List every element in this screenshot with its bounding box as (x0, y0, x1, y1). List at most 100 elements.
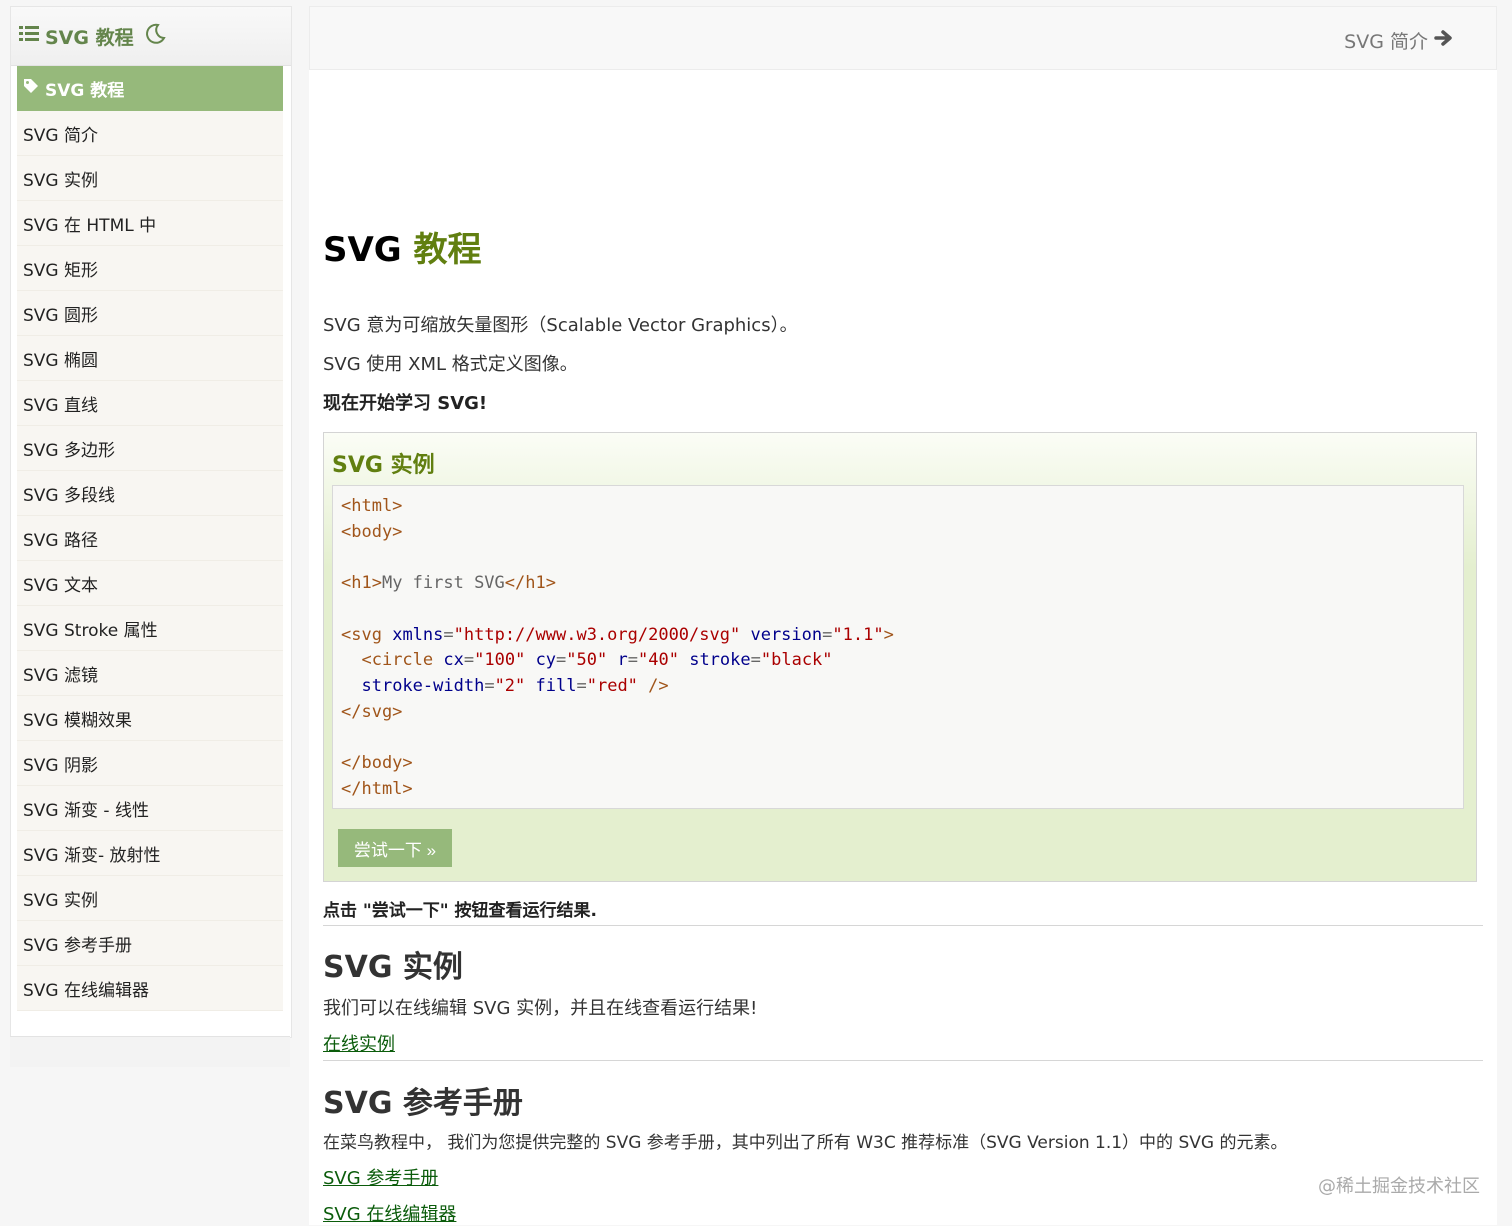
sidebar-item[interactable]: SVG 路径 (17, 516, 283, 561)
sidebar-menu: SVG 教程 SVG 简介 SVG 实例 SVG 在 HTML 中 SVG 矩形 SVG … (17, 66, 283, 1011)
sidebar-item[interactable]: SVG 在线编辑器 (17, 966, 283, 1011)
code-token: "40" (638, 650, 679, 671)
code-line: </html> (341, 778, 413, 799)
code-token: "http://www.w3.org/2000/svg" (453, 624, 741, 645)
sidebar-item-label: SVG 滤镜 (23, 665, 98, 686)
code-token: </h1> (504, 573, 556, 594)
tag-icon (23, 78, 39, 99)
code-token: cx (443, 650, 464, 671)
code-token: stroke (689, 650, 751, 671)
sidebar-item-label: SVG Stroke 属性 (23, 620, 158, 641)
sidebar-header: SVG 教程 (11, 7, 291, 66)
sidebar-item[interactable]: SVG 渐变- 放射性 (17, 831, 283, 876)
sidebar-footer (10, 1036, 290, 1067)
sidebar-item[interactable]: SVG 渐变 - 线性 (17, 786, 283, 831)
section-examples-title: SVG 实例 (323, 950, 463, 985)
code-token: "black" (760, 650, 833, 671)
sidebar-item[interactable]: SVG 实例 (17, 876, 283, 921)
next-page-label: SVG 简介 (1344, 31, 1428, 53)
page-title-accent: 教程 (413, 230, 482, 270)
code-token: = (750, 650, 761, 671)
code-token: = (556, 650, 567, 671)
sidebar-item[interactable]: SVG 实例 (17, 156, 283, 201)
code-token: fill (535, 675, 577, 696)
sidebar-item[interactable]: SVG 直线 (17, 381, 283, 426)
sidebar-item-label: SVG 参考手册 (23, 935, 132, 956)
sidebar-item-label: SVG 教程 (45, 81, 125, 101)
code-token: stroke-width (361, 675, 485, 696)
code-line: </svg> (341, 701, 403, 722)
code-token: = (822, 624, 833, 645)
sidebar-item-label: SVG 矩形 (23, 260, 98, 281)
divider (323, 1060, 1483, 1061)
sidebar-item[interactable]: SVG 圆形 (17, 291, 283, 336)
sidebar: SVG 教程 SVG 教程 SVG 简介 SVG 实例 SVG 在 HTML 中 SVG… (10, 6, 292, 1038)
section-reference-title: SVG 参考手册 (323, 1086, 523, 1121)
code-line: <body> (341, 521, 403, 542)
sidebar-item-label: SVG 实例 (23, 170, 98, 191)
code-token: "1.1" (832, 624, 884, 645)
example-box: SVG 实例 <html> <body> <h1>My first SVG</h… (323, 432, 1477, 882)
code-token: "2" (494, 675, 526, 696)
code-block: <html> <body> <h1>My first SVG</h1> <svg… (332, 485, 1464, 809)
code-token: = (443, 624, 454, 645)
sidebar-item[interactable]: SVG 多段线 (17, 471, 283, 516)
sidebar-item-label: SVG 多边形 (23, 440, 115, 461)
intro-paragraph-3: 现在开始学习 SVG! (323, 393, 488, 414)
code-token: = (484, 675, 495, 696)
try-it-button[interactable]: 尝试一下 » (338, 829, 452, 867)
intro-paragraph-2: SVG 使用 XML 格式定义图像。 (323, 354, 578, 375)
code-line: <html> (341, 496, 403, 516)
code-token: r (617, 650, 628, 671)
sidebar-item[interactable]: SVG 矩形 (17, 246, 283, 291)
page-title: SVG 教程 (323, 222, 482, 271)
sidebar-item-label: SVG 文本 (23, 575, 98, 596)
sidebar-item[interactable]: SVG 椭圆 (17, 336, 283, 381)
try-hint: 点击 "尝试一下" 按钮查看运行结果. (323, 901, 598, 921)
sidebar-item[interactable]: SVG Stroke 属性 (17, 606, 283, 651)
sidebar-item[interactable]: SVG 简介 (17, 111, 283, 156)
sidebar-item-label: SVG 椭圆 (23, 350, 98, 371)
code-token: "50" (566, 650, 608, 671)
sidebar-item[interactable]: SVG 阴影 (17, 741, 283, 786)
sidebar-item[interactable]: SVG 教程 (17, 66, 283, 111)
code-token: = (576, 675, 587, 696)
watermark: @稀土掘金技术社区 (1318, 1176, 1480, 1197)
sidebar-item-label: SVG 多段线 (23, 485, 115, 506)
online-editor-link[interactable]: SVG 在线编辑器 (323, 1200, 456, 1226)
list-icon[interactable] (19, 25, 39, 47)
code-token: <circle (361, 650, 434, 671)
section-examples-text: 我们可以在线编辑 SVG 实例，并且在线查看运行结果! (323, 998, 758, 1019)
sidebar-item-label: SVG 渐变 - 线性 (23, 800, 149, 821)
sidebar-item[interactable]: SVG 多边形 (17, 426, 283, 471)
sidebar-item-label: SVG 在 HTML 中 (23, 215, 157, 236)
next-page-link[interactable]: SVG 简介 (1344, 27, 1454, 54)
reference-link[interactable]: SVG 参考手册 (323, 1164, 438, 1190)
example-title: SVG 实例 (332, 453, 435, 478)
code-token: version (750, 624, 823, 645)
code-token: <svg (341, 624, 382, 645)
code-token: "100" (474, 650, 526, 671)
code-token: = (463, 650, 475, 671)
sidebar-item[interactable]: SVG 参考手册 (17, 921, 283, 966)
main-content: SVG 简介 SVG 教程 SVG 意为可缩放矢量图形（Scalable Vec… (309, 6, 1497, 1225)
sidebar-title: SVG 教程 (45, 26, 134, 49)
sidebar-item[interactable]: SVG 滤镜 (17, 651, 283, 696)
sidebar-item-label: SVG 模糊效果 (23, 710, 132, 731)
sidebar-item[interactable]: SVG 在 HTML 中 (17, 201, 283, 246)
page-title-prefix: SVG (323, 230, 414, 270)
moon-icon[interactable] (144, 23, 166, 49)
online-examples-link[interactable]: 在线实例 (323, 1030, 395, 1056)
sidebar-item[interactable]: SVG 文本 (17, 561, 283, 606)
top-nav-bar: SVG 简介 (309, 6, 1497, 70)
sidebar-item-label: SVG 直线 (23, 395, 98, 416)
sidebar-item-label: SVG 圆形 (23, 305, 98, 326)
arrow-right-icon (1434, 29, 1454, 52)
sidebar-item-label: SVG 实例 (23, 890, 98, 911)
code-token: "red" (586, 675, 638, 696)
sidebar-item[interactable]: SVG 模糊效果 (17, 696, 283, 741)
code-token: > (883, 624, 894, 645)
sidebar-item-label: SVG 路径 (23, 530, 98, 551)
sidebar-item-label: SVG 渐变- 放射性 (23, 845, 161, 866)
code-token: <h1> (341, 573, 382, 594)
